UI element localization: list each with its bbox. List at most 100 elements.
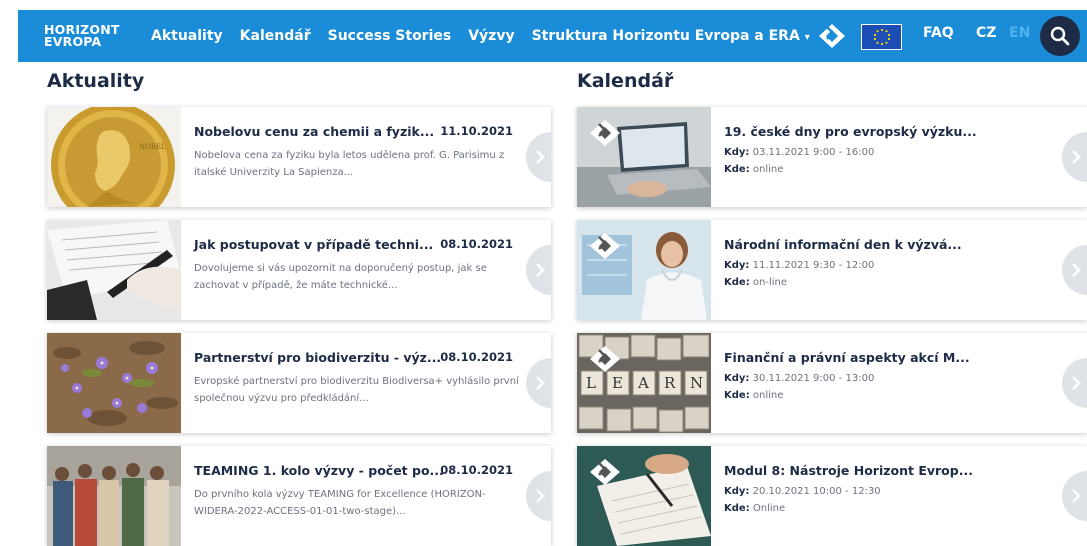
diamond-logo-icon[interactable] [818, 23, 846, 49]
event-when-label: Kdy: [724, 486, 750, 497]
event-title[interactable]: 19. české dny pro evropský výzku... [724, 124, 977, 139]
top-navbar: HORIZONT EVROPA Aktuality Kalendář Succe… [18, 10, 1087, 62]
news-date: 11.10.2021 [440, 124, 513, 138]
chevron-right-icon [536, 489, 545, 503]
scrabble-tile-letter: A [638, 374, 649, 392]
chevron-right-icon [1072, 376, 1081, 390]
event-when-value: 30.11.2021 9:00 - 13:00 [752, 373, 875, 384]
team-people-image [47, 446, 181, 546]
search-icon [1050, 26, 1070, 46]
event-when: Kdy: 20.10.2021 10:00 - 12:30 [724, 486, 881, 497]
diamond-badge-icon [590, 120, 620, 146]
news-arrow-button[interactable] [526, 132, 551, 182]
event-where-value: online [752, 390, 784, 401]
chevron-right-icon [1072, 263, 1081, 277]
news-date: 08.10.2021 [440, 350, 513, 364]
news-title[interactable]: Nobelovu cenu za chemii a fyzik... [194, 124, 434, 139]
doctor-image [577, 220, 711, 320]
chevron-down-icon: ▾ [804, 32, 810, 43]
nav-link-success-stories[interactable]: Success Stories [328, 28, 452, 44]
nav-link-vyzvy[interactable]: Výzvy [468, 28, 514, 44]
calendar-card[interactable]: Modul 8: Nástroje Horizont Evrop... Kdy:… [577, 446, 1087, 546]
news-excerpt: Dovolujeme si vás upozornit na doporučen… [194, 263, 487, 291]
diamond-badge-icon [590, 233, 620, 259]
search-button[interactable] [1040, 16, 1080, 56]
event-where: Kde: online [724, 164, 783, 175]
flowers-image [47, 333, 181, 433]
event-where-label: Kde: [724, 390, 750, 401]
event-title[interactable]: Finanční a právní aspekty akcí M... [724, 350, 970, 365]
nav-link-faq[interactable]: FAQ [923, 25, 954, 41]
signing-document-image [47, 220, 181, 320]
event-when: Kdy: 11.11.2021 9:30 - 12:00 [724, 260, 874, 271]
event-arrow-button[interactable] [1062, 245, 1087, 295]
laptop-image [577, 107, 711, 207]
news-title[interactable]: TEAMING 1. kolo výzvy - počet po... [194, 463, 444, 478]
news-arrow-button[interactable] [526, 471, 551, 521]
calendar-card[interactable]: L E A R N Finanční a právní aspekty akcí… [577, 333, 1087, 433]
chevron-right-icon [536, 150, 545, 164]
eu-flag-icon[interactable] [861, 24, 902, 50]
event-title[interactable]: Modul 8: Nástroje Horizont Evrop... [724, 463, 973, 478]
notebook-writing-image [577, 446, 711, 546]
brand-line-2: EVROPA [44, 34, 102, 49]
news-date: 08.10.2021 [440, 463, 513, 477]
main-nav: Aktuality Kalendář Success Stories Výzvy… [151, 28, 827, 44]
calendar-card[interactable]: 19. české dny pro evropský výzku... Kdy:… [577, 107, 1087, 207]
nav-link-aktuality[interactable]: Aktuality [151, 28, 223, 44]
event-arrow-button[interactable] [1062, 471, 1087, 521]
event-where-value: on-line [752, 277, 788, 288]
chevron-right-icon [1072, 489, 1081, 503]
nav-link-struktura-label: Struktura Horizontu Evropa a ERA [531, 28, 800, 44]
event-where: Kde: on-line [724, 277, 787, 288]
event-when: Kdy: 30.11.2021 9:00 - 13:00 [724, 373, 874, 384]
event-arrow-button[interactable] [1062, 358, 1087, 408]
scrabble-tile-letter: N [690, 374, 704, 392]
news-title[interactable]: Jak postupovat v případě techni... [194, 237, 433, 252]
event-where-value: online [752, 164, 784, 175]
news-section-title: Aktuality [47, 70, 145, 92]
news-card[interactable]: TEAMING 1. kolo výzvy - počet po... 08.1… [47, 446, 551, 546]
event-arrow-button[interactable] [1062, 132, 1087, 182]
lang-en-button[interactable]: EN [1009, 25, 1030, 41]
news-excerpt: Evropské partnerství pro biodiverzitu Bi… [194, 376, 519, 404]
lang-cz-button[interactable]: CZ [976, 25, 996, 41]
event-where-value: Online [752, 503, 786, 514]
event-when-label: Kdy: [724, 373, 750, 384]
news-card[interactable]: Partnerství pro biodiverzitu - výz... 08… [47, 333, 551, 433]
chevron-right-icon [536, 263, 545, 277]
scrabble-tile-letter: R [664, 374, 676, 392]
diamond-badge-icon [590, 459, 620, 485]
event-title[interactable]: Národní informační den k výzvá... [724, 237, 962, 252]
news-arrow-button[interactable] [526, 358, 551, 408]
event-where-label: Kde: [724, 503, 750, 514]
event-where: Kde: Online [724, 503, 785, 514]
event-where-label: Kde: [724, 164, 750, 175]
nav-link-struktura-dropdown[interactable]: Struktura Horizontu Evropa a ERA ▾ [532, 28, 810, 44]
scrabble-learn-image: L E A R N [577, 333, 711, 433]
chevron-right-icon [536, 376, 545, 390]
calendar-section-title: Kalendář [577, 70, 674, 92]
svg-text:NOBEL: NOBEL [139, 143, 166, 151]
event-when-value: 11.11.2021 9:30 - 12:00 [752, 260, 875, 271]
chevron-right-icon [1072, 150, 1081, 164]
event-when-label: Kdy: [724, 260, 750, 271]
news-date: 08.10.2021 [440, 237, 513, 251]
news-arrow-button[interactable] [526, 245, 551, 295]
nobel-medal-image: NOBEL [47, 107, 181, 207]
event-where-label: Kde: [724, 277, 750, 288]
news-card[interactable]: NOBEL Nobelovu cenu za chemii a fyzik...… [47, 107, 551, 207]
site-logo-text[interactable]: HORIZONT EVROPA [44, 23, 144, 49]
scrabble-tile-letter: E [612, 374, 623, 392]
diamond-badge-icon [590, 346, 620, 372]
event-when-label: Kdy: [724, 147, 750, 158]
news-excerpt: Nobelova cena za fyziku byla letos uděle… [194, 150, 505, 178]
news-card[interactable]: Jak postupovat v případě techni... 08.10… [47, 220, 551, 320]
nav-link-kalendar[interactable]: Kalendář [240, 28, 311, 44]
calendar-card[interactable]: Národní informační den k výzvá... Kdy: 1… [577, 220, 1087, 320]
news-excerpt: Do prvního kola výzvy TEAMING for Excell… [194, 489, 486, 517]
event-when: Kdy: 03.11.2021 9:00 - 16:00 [724, 147, 874, 158]
event-when-value: 20.10.2021 10:00 - 12:30 [752, 486, 881, 497]
news-title[interactable]: Partnerství pro biodiverzitu - výz... [194, 350, 441, 365]
event-where: Kde: online [724, 390, 783, 401]
